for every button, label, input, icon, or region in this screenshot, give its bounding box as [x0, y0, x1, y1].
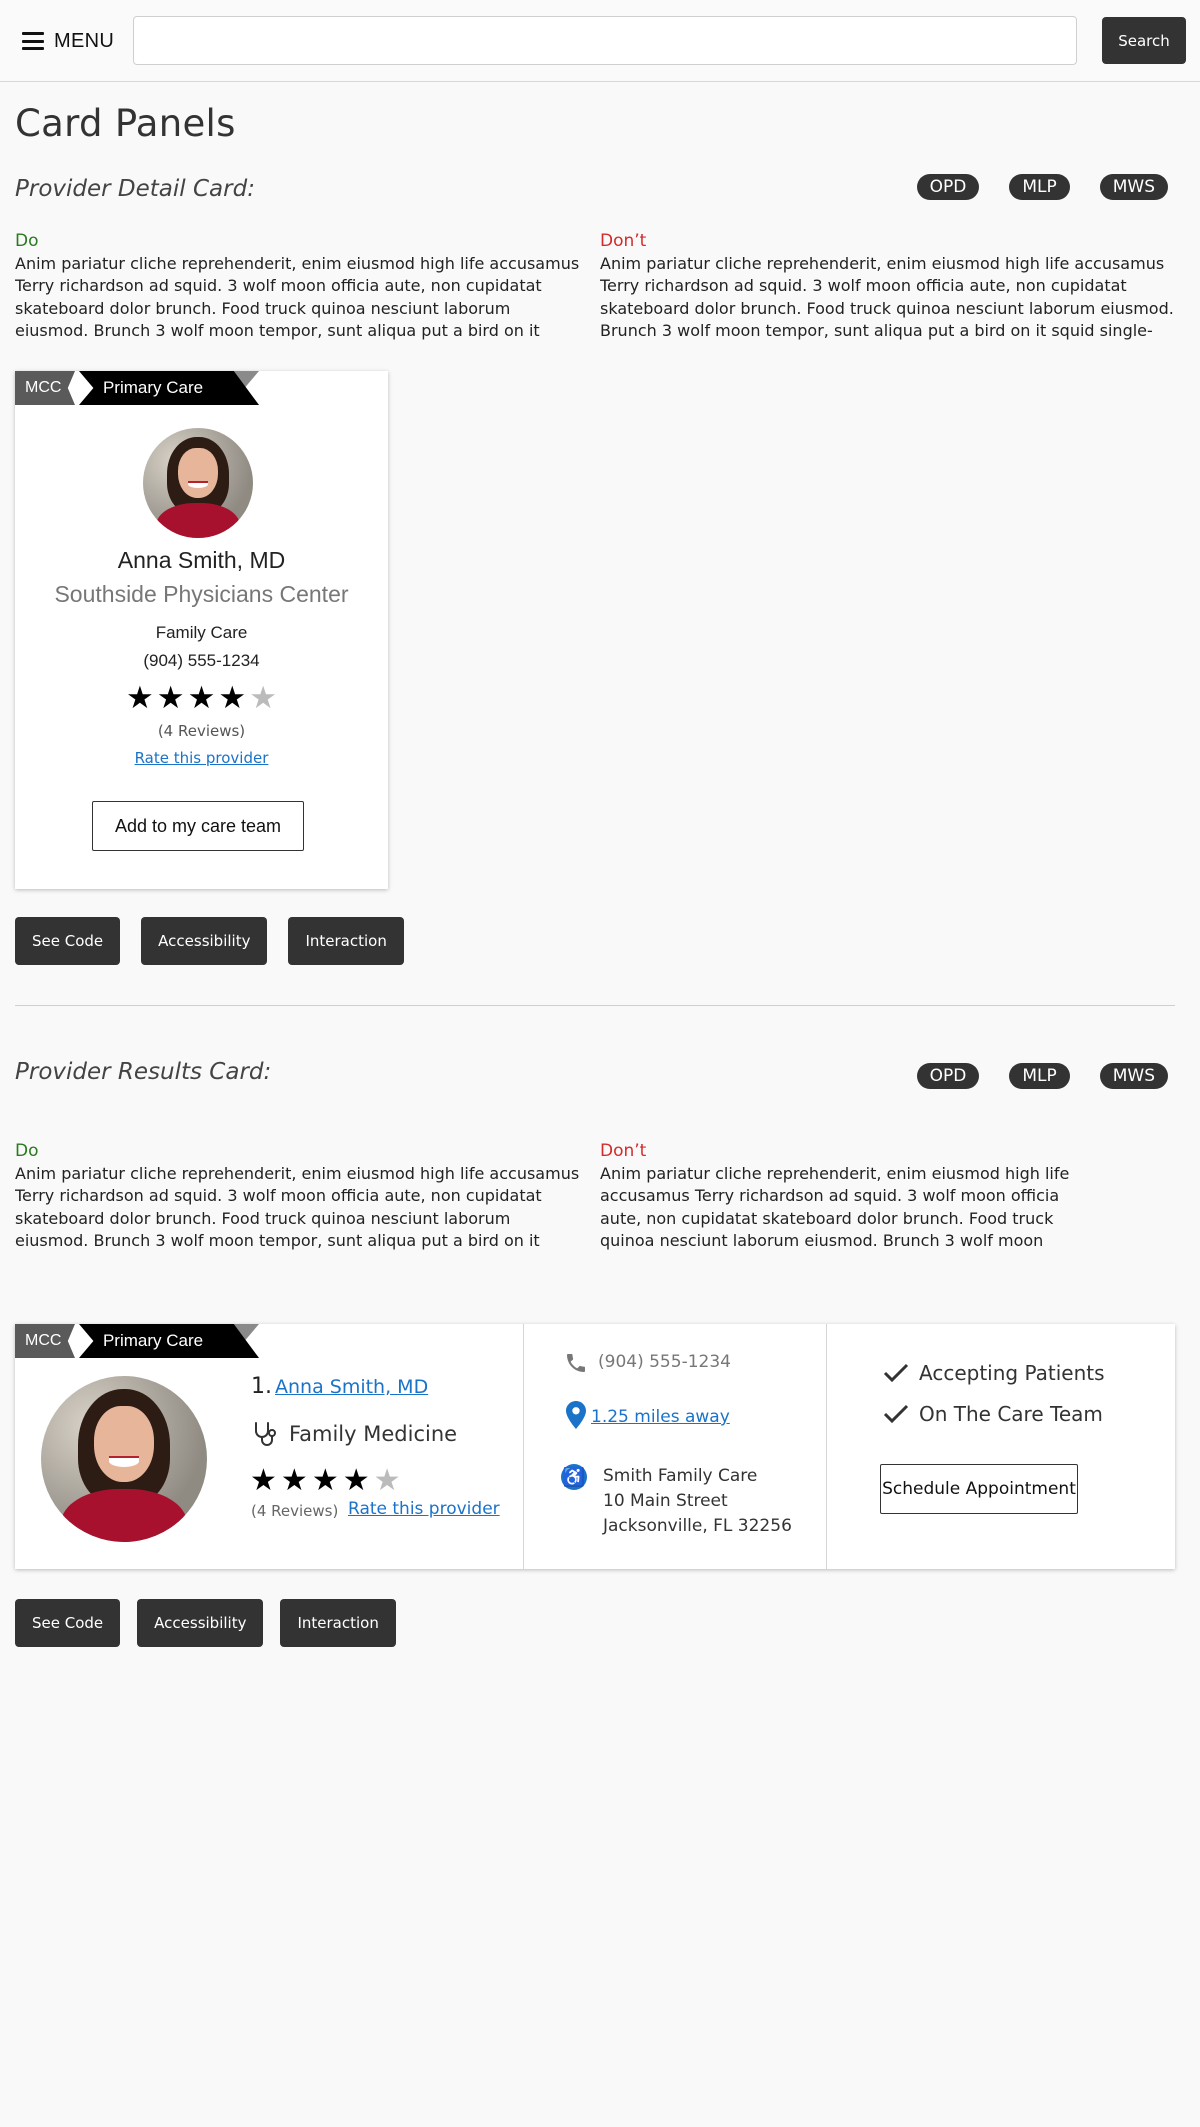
status-label: On The Care Team [919, 1402, 1103, 1426]
star-filled-icon: ★ [342, 1464, 370, 1497]
review-count: (4 Reviews) [251, 1502, 339, 1520]
dont-heading: Don’t [600, 231, 647, 251]
checkmark-icon [883, 1404, 909, 1424]
detail-tags: OPD MLP MWS [916, 174, 1168, 200]
dont-heading: Don’t [600, 1141, 647, 1161]
distance-link[interactable]: 1.25 miles away [591, 1407, 730, 1427]
top-bar: MENU Search [0, 0, 1200, 82]
see-code-button[interactable]: See Code [15, 1599, 121, 1647]
provider-address: Smith Family Care 10 Main Street Jackson… [603, 1464, 792, 1539]
dont-text: Anim pariatur cliche reprehenderit, enim… [600, 253, 1174, 341]
star-empty-icon: ★ [373, 1464, 401, 1497]
phone-icon [563, 1350, 589, 1376]
star-filled-icon: ★ [126, 680, 154, 715]
do-text: Anim pariatur cliche reprehenderit, enim… [15, 253, 580, 341]
star-filled-icon: ★ [156, 680, 185, 715]
tag-mlp: MLP [1009, 174, 1070, 200]
column-divider [523, 1324, 524, 1569]
ribbon-primary-care-label: Primary Care [102, 1331, 204, 1350]
ribbon-mcc: MCC [15, 1324, 75, 1358]
results-dont-guide: Don’t Anim pariatur cliche reprehenderit… [600, 1140, 1070, 1253]
provider-phone: (904) 555-1234 [143, 651, 260, 670]
avatar [143, 428, 253, 538]
provider-detail-card: MCC Primary Care Anna Smith, MD Southsid… [15, 371, 388, 889]
page-title: Card Panels [15, 102, 236, 145]
rating-stars: ★ ★ ★ ★ ★ [250, 1463, 401, 1498]
provider-organization: Southside Physicians Center [54, 581, 349, 607]
dont-text: Anim pariatur cliche reprehenderit, enim… [600, 1163, 1070, 1251]
tag-opd: OPD [916, 1063, 980, 1089]
stethoscope-icon [255, 1422, 276, 1446]
category-ribbon: MCC Primary Care [15, 1324, 259, 1358]
hamburger-icon [22, 32, 44, 50]
ribbon-primary-care: Primary Care [79, 371, 259, 405]
accepting-patients-status: Accepting Patients [883, 1361, 1105, 1385]
address-line-3: Jacksonville, FL 32256 [603, 1516, 792, 1536]
star-empty-icon: ★ [249, 680, 277, 715]
ribbon-primary-care: Primary Care [79, 1324, 259, 1358]
column-divider [826, 1324, 827, 1569]
accessibility-button[interactable]: Accessibility [141, 917, 268, 965]
detail-do-guide: Do Anim pariatur cliche reprehenderit, e… [15, 230, 585, 343]
interaction-button[interactable]: Interaction [280, 1599, 396, 1647]
star-filled-icon: ★ [311, 1464, 339, 1497]
provider-name-row: 1. Anna Smith, MD [251, 1374, 428, 1399]
schedule-appointment-button[interactable]: Schedule Appointment [880, 1464, 1078, 1514]
specialty-row: Family Medicine [251, 1420, 457, 1448]
tag-opd: OPD [916, 174, 980, 200]
tag-mws: MWS [1099, 174, 1168, 200]
provider-specialty: Family Medicine [289, 1422, 458, 1446]
detail-actions: See Code Accessibility Interaction [15, 917, 404, 965]
tag-mws: MWS [1099, 1063, 1168, 1089]
map-pin-icon [563, 1401, 589, 1429]
accessibility-button[interactable]: Accessibility [137, 1599, 264, 1647]
ribbon-primary-care-label: Primary Care [102, 378, 204, 397]
rate-provider-link[interactable]: Rate this provider [15, 749, 388, 767]
accessibility-icon: ♿ [561, 1464, 587, 1490]
results-section-title: Provider Results Card: [15, 1059, 272, 1085]
interaction-button[interactable]: Interaction [288, 917, 404, 965]
provider-results-card: MCC Primary Care 1. Anna Smith, MD Famil… [15, 1324, 1175, 1569]
address-line-1: Smith Family Care [603, 1466, 758, 1486]
results-do-guide: Do Anim pariatur cliche reprehenderit, e… [15, 1140, 585, 1253]
do-text: Anim pariatur cliche reprehenderit, enim… [15, 1163, 580, 1251]
review-count: (4 Reviews) [157, 722, 246, 740]
search-input[interactable] [133, 16, 1077, 65]
menu-button[interactable]: MENU [22, 26, 114, 56]
star-filled-icon: ★ [218, 680, 247, 715]
on-care-team-status: On The Care Team [883, 1402, 1103, 1426]
search-button[interactable]: Search [1102, 17, 1186, 64]
provider-phone: (904) 555-1234 [598, 1352, 731, 1372]
star-filled-icon: ★ [187, 680, 216, 715]
see-code-button[interactable]: See Code [15, 917, 121, 965]
do-heading: Do [15, 1141, 39, 1161]
results-actions: See Code Accessibility Interaction [15, 1599, 396, 1647]
provider-specialty: Family Care [155, 623, 248, 642]
provider-name: Anna Smith, MD [117, 547, 286, 573]
detail-dont-guide: Don’t Anim pariatur cliche reprehenderit… [600, 230, 1185, 343]
address-line-2: 10 Main Street [603, 1491, 728, 1511]
rate-provider-link[interactable]: Rate this provider [348, 1499, 500, 1519]
star-filled-icon: ★ [250, 1464, 277, 1497]
provider-name-link[interactable]: Anna Smith, MD [275, 1376, 428, 1398]
rating-stars: ★ ★ ★ ★ ★ [15, 680, 388, 716]
avatar [41, 1376, 207, 1542]
add-to-care-team-button[interactable]: Add to my care team [92, 801, 304, 851]
ribbon-mcc: MCC [15, 371, 75, 405]
tag-mlp: MLP [1009, 1063, 1070, 1089]
section-divider [15, 1005, 1175, 1006]
menu-label: MENU [54, 29, 115, 52]
detail-section-title: Provider Detail Card: [15, 176, 255, 202]
star-filled-icon: ★ [280, 1464, 308, 1497]
result-index: 1. [251, 1374, 272, 1399]
category-ribbon: MCC Primary Care [15, 371, 259, 405]
status-label: Accepting Patients [919, 1361, 1105, 1385]
do-heading: Do [15, 231, 39, 251]
results-tags: OPD MLP MWS [916, 1063, 1168, 1089]
checkmark-icon [883, 1363, 909, 1383]
